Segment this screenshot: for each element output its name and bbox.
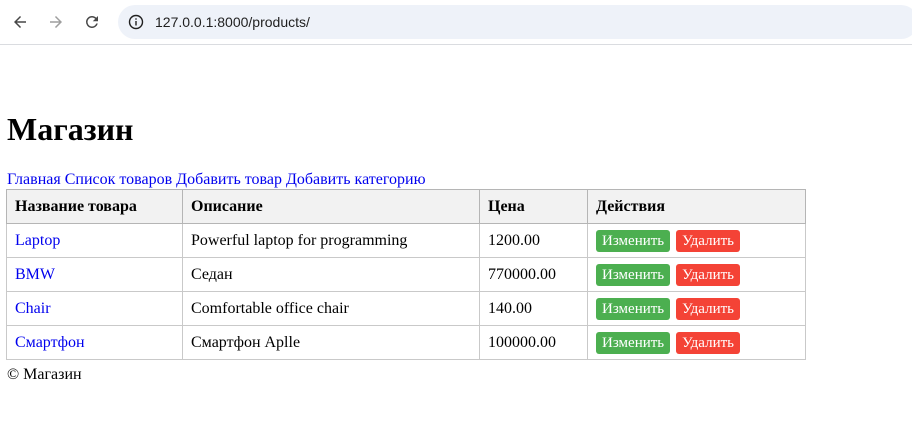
edit-button[interactable]: Изменить	[596, 263, 671, 286]
arrow-right-icon	[50, 16, 62, 28]
product-link[interactable]: Chair	[15, 300, 51, 317]
cell-name: BMW	[6, 257, 183, 292]
main-nav: Главная Список товаров Добавить товар До…	[7, 170, 426, 190]
product-link[interactable]: Laptop	[15, 232, 60, 249]
reload-icon	[86, 15, 98, 28]
cell-price: 140.00	[479, 291, 588, 326]
cell-description: Седан	[182, 257, 480, 292]
table-header-row: Название товара Описание Цена Действия	[6, 189, 806, 224]
product-link[interactable]: BMW	[15, 266, 55, 283]
product-link[interactable]: Смартфон	[15, 334, 85, 351]
table-row: BMW Седан 770000.00 Изменить Удалить	[6, 257, 806, 292]
nav-link-add-product[interactable]: Добавить товар	[176, 171, 282, 188]
header-price: Цена	[479, 189, 588, 224]
browser-toolbar: 127.0.0.1:8000/products/	[0, 0, 912, 45]
delete-button[interactable]: Удалить	[676, 297, 741, 320]
cell-description: Смартфон Aplle	[182, 325, 480, 360]
back-button[interactable]	[8, 10, 32, 34]
cell-name: Chair	[6, 291, 183, 326]
cell-description: Comfortable office chair	[182, 291, 480, 326]
cell-description: Powerful laptop for programming	[182, 223, 480, 258]
nav-link-home[interactable]: Главная	[7, 171, 61, 188]
cell-actions: Изменить Удалить	[587, 325, 806, 360]
cell-actions: Изменить Удалить	[587, 291, 806, 326]
header-actions: Действия	[587, 189, 806, 224]
delete-button[interactable]: Удалить	[676, 263, 741, 286]
nav-link-product-list[interactable]: Список товаров	[65, 171, 172, 188]
cell-name: Laptop	[6, 223, 183, 258]
edit-button[interactable]: Изменить	[596, 229, 671, 252]
delete-button[interactable]: Удалить	[676, 229, 741, 252]
site-info-icon[interactable]	[128, 14, 144, 30]
forward-button[interactable]	[44, 10, 68, 34]
table-row: Laptop Powerful laptop for programming 1…	[6, 223, 806, 258]
table-row: Chair Comfortable office chair 140.00 Из…	[6, 291, 806, 326]
edit-button[interactable]: Изменить	[596, 331, 671, 354]
cell-price: 1200.00	[479, 223, 588, 258]
cell-name: Смартфон	[6, 325, 183, 360]
page-title: Магазин	[7, 111, 134, 147]
cell-actions: Изменить Удалить	[587, 257, 806, 292]
header-product-name: Название товара	[6, 189, 183, 224]
footer: © Магазин	[7, 366, 82, 383]
nav-link-add-category[interactable]: Добавить категорию	[286, 171, 426, 188]
table-row: Смартфон Смартфон Aplle 100000.00 Измени…	[6, 325, 806, 360]
reload-button[interactable]	[80, 10, 104, 34]
cell-price: 100000.00	[479, 325, 588, 360]
products-table: Название товара Описание Цена Действия L…	[6, 189, 806, 360]
arrow-left-icon	[14, 16, 26, 28]
cell-price: 770000.00	[479, 257, 588, 292]
edit-button[interactable]: Изменить	[596, 297, 671, 320]
cell-actions: Изменить Удалить	[587, 223, 806, 258]
header-description: Описание	[182, 189, 480, 224]
delete-button[interactable]: Удалить	[676, 331, 741, 354]
url-text: 127.0.0.1:8000/products/	[155, 14, 310, 30]
address-bar[interactable]: 127.0.0.1:8000/products/	[118, 5, 912, 39]
